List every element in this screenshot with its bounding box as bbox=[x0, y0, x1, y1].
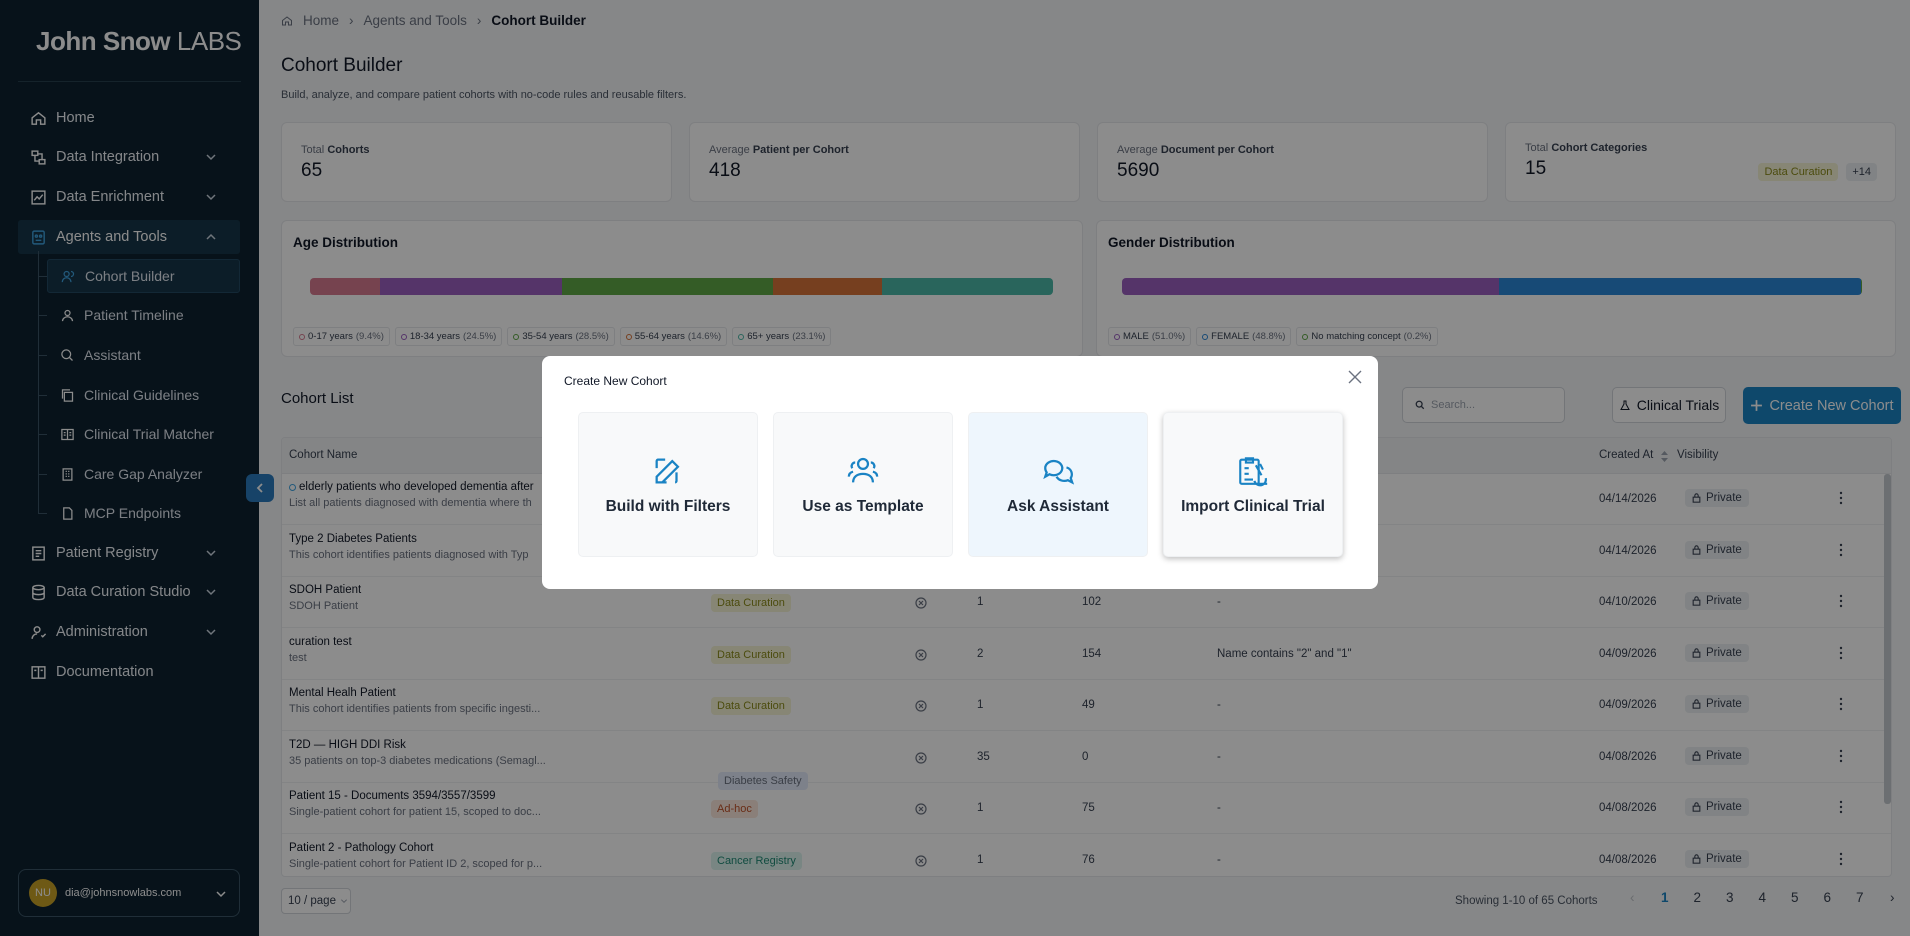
option-import-clinical-trial[interactable]: Import Clinical Trial bbox=[1163, 412, 1343, 557]
option-ask-assistant[interactable]: Ask Assistant bbox=[968, 412, 1148, 557]
chat-icon bbox=[1043, 459, 1075, 485]
users-icon bbox=[847, 457, 879, 482]
option-label: Use as Template bbox=[802, 497, 924, 515]
create-cohort-modal: Create New Cohort Build with Filters Use… bbox=[542, 356, 1378, 589]
modal-title: Create New Cohort bbox=[564, 374, 667, 388]
close-icon[interactable] bbox=[1348, 370, 1362, 384]
option-label: Ask Assistant bbox=[1007, 497, 1109, 515]
clinical-trial-icon bbox=[1239, 456, 1268, 486]
option-build-with-filters[interactable]: Build with Filters bbox=[578, 412, 758, 557]
option-label: Import Clinical Trial bbox=[1181, 497, 1325, 515]
option-use-as-template[interactable]: Use as Template bbox=[773, 412, 953, 557]
option-label: Build with Filters bbox=[605, 497, 731, 515]
pencil-icon bbox=[655, 458, 680, 483]
